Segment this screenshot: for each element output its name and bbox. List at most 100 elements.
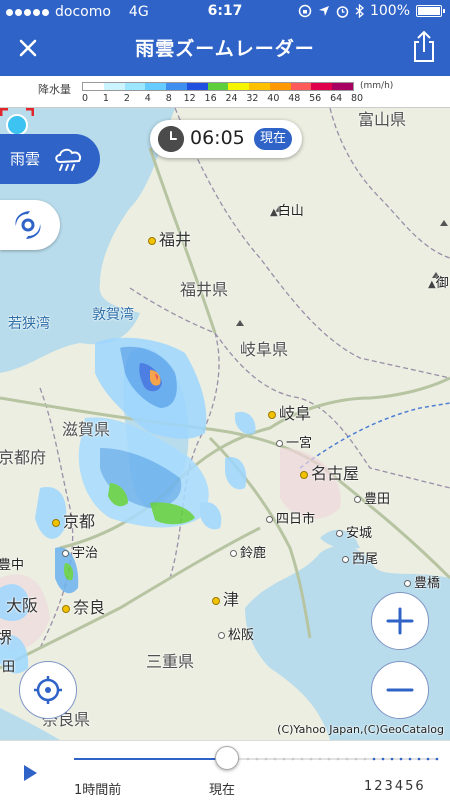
share-button[interactable] <box>406 28 442 66</box>
forecast-dot <box>309 757 313 761</box>
legend-tick: 40 <box>267 93 280 104</box>
legend-swatch <box>83 83 104 90</box>
legend-tick: 12 <box>183 93 196 104</box>
town-dot-icon <box>62 550 69 557</box>
forecast-dot <box>399 757 403 761</box>
place-toyonaka: 豊中 <box>0 558 25 573</box>
legend-swatch <box>311 83 333 90</box>
forecast-dot <box>255 757 259 761</box>
play-icon[interactable] <box>24 765 37 781</box>
place-toyota: 豊田 <box>354 488 390 507</box>
forecast-dot <box>327 757 331 761</box>
alarm-icon <box>336 5 349 18</box>
timeline-bar: 1時間前 現在 123456 <box>0 740 450 800</box>
zoom-in-button[interactable] <box>371 592 429 650</box>
timeline-start-label: 1時間前 <box>74 783 122 798</box>
lock-rotation-icon <box>298 4 312 18</box>
rain-cloud-tab[interactable]: 雨雲 <box>0 134 100 184</box>
place-fukui-pref: 福井県 <box>180 280 229 299</box>
timeline-forecast-label: 123456 <box>364 779 426 794</box>
town-dot-icon <box>266 516 273 523</box>
city-dot-icon <box>62 604 70 613</box>
typhoon-tab[interactable] <box>0 200 60 250</box>
rain-cloud-tab-label: 雨雲 <box>10 150 41 168</box>
forecast-dot <box>300 757 304 761</box>
legend-tick: 80 <box>351 93 364 104</box>
city-dot-icon <box>268 410 276 419</box>
town-dot-icon <box>342 556 349 563</box>
place-tsu: 津 <box>212 586 239 610</box>
legend-swatch <box>290 83 312 90</box>
legend-tick: 2 <box>123 93 130 104</box>
status-bar: docomo 4G 6:17 100% <box>0 0 450 24</box>
place-nagoya: 名古屋 <box>300 460 359 484</box>
header: 雨雲ズームレーダー <box>0 26 450 72</box>
place-gifu-pref: 岐阜県 <box>240 340 289 359</box>
place-tsuruga-bay: 敦賀湾 <box>92 307 134 323</box>
clock-icon <box>158 126 184 152</box>
town-dot-icon <box>218 632 225 639</box>
city-dot-icon <box>212 596 220 605</box>
top-bar: docomo 4G 6:17 100% 雨雲ズームレーダー <box>0 0 450 76</box>
place-mie-pref: 三重県 <box>146 652 195 671</box>
legend-swatch <box>103 83 125 90</box>
zoom-out-button[interactable] <box>371 661 429 719</box>
place-fukui: 福井 <box>148 226 191 250</box>
forecast-dot <box>426 757 430 761</box>
forecast-dots <box>246 757 439 761</box>
place-sakai: 堺 <box>0 628 13 647</box>
legend-swatch <box>269 83 291 90</box>
place-anjo: 安城 <box>336 522 372 541</box>
rain-cloud-icon <box>55 148 82 171</box>
place-nara: 奈良 <box>62 594 105 618</box>
forecast-dot <box>435 757 439 761</box>
town-dot-icon <box>354 496 361 503</box>
crosshair-icon <box>34 676 62 704</box>
timeline-slider-knob[interactable] <box>214 746 239 770</box>
city-dot-icon <box>300 470 308 479</box>
map-copyright: (C)Yahoo Japan,(C)GeoCatalog <box>277 723 444 736</box>
forecast-dot <box>354 757 358 761</box>
timeline-progress <box>74 758 227 760</box>
place-matsusaka: 松阪 <box>218 624 254 643</box>
radar-time: 06:05 <box>190 127 245 149</box>
legend-tick: 24 <box>225 93 238 104</box>
city-dot-icon <box>148 236 156 245</box>
legend-tick: 64 <box>330 93 343 104</box>
place-kyoto-pref: 京都府 <box>0 448 47 467</box>
now-badge[interactable]: 現在 <box>254 128 293 150</box>
typhoon-icon <box>15 211 41 239</box>
location-arrow-icon <box>318 6 329 16</box>
legend-tick: 0 <box>82 93 89 104</box>
locate-button[interactable] <box>19 661 77 719</box>
mountain-icon: ▲ <box>428 279 436 290</box>
timeline-now-label: 現在 <box>209 783 236 798</box>
place-nishio: 西尾 <box>342 548 378 567</box>
legend-unit: (mm/h) <box>360 81 394 91</box>
forecast-dot <box>336 757 340 761</box>
bluetooth-icon <box>355 4 364 18</box>
place-wakasa-bay: 若狭湾 <box>8 316 50 332</box>
radar-map[interactable]: 富山県 ▲白山 福井 福井県 ▲御 若狭湾 敦賀湾 岐阜県 岐阜 滋賀県 一宮 … <box>0 108 450 740</box>
place-osaka: 大阪 <box>6 596 39 615</box>
legend-tick: 8 <box>165 93 172 104</box>
forecast-dot <box>363 757 367 761</box>
precipitation-legend: 降水量 0 1 2 4 8 12 16 24 32 40 48 56 64 80 (mm/h) <box>0 76 450 108</box>
place-yokkaichi: 四日市 <box>266 508 315 527</box>
forecast-dot <box>246 757 250 761</box>
legend-swatch <box>228 83 250 90</box>
forecast-dot <box>417 757 421 761</box>
radar-time-pill[interactable]: 06:05 現在 <box>150 120 302 158</box>
place-takada: 田 <box>2 660 16 675</box>
legend-tick: 1 <box>102 93 109 104</box>
place-uji: 宇治 <box>62 542 98 561</box>
forecast-dot <box>264 757 268 761</box>
town-dot-icon <box>276 440 283 447</box>
legend-label: 降水量 <box>38 83 71 96</box>
legend-swatch <box>249 83 270 90</box>
legend-ticks: 0 1 2 4 8 12 16 24 32 40 48 56 64 80 <box>78 93 363 105</box>
forecast-dot <box>390 757 394 761</box>
city-dot-icon <box>52 518 60 527</box>
place-ontake: ▲御 <box>428 276 449 291</box>
page-title: 雨雲ズームレーダー <box>135 38 315 60</box>
